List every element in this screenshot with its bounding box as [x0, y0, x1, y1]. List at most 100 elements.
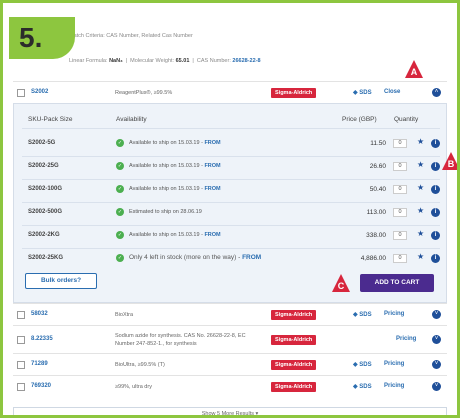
col-price: Price (GBP) — [342, 116, 377, 123]
quantity-input[interactable]: 0 — [393, 139, 407, 148]
product-description: Sodium azide for synthesis. CAS No. 2662… — [115, 333, 246, 347]
availability-text: Available to ship on 15.03.19 - FROM — [129, 186, 221, 192]
quantity-input[interactable]: 0 — [393, 185, 407, 194]
chevron-down-icon[interactable]: ˅ — [432, 360, 441, 369]
callout-marker-c: C — [331, 273, 351, 293]
sku-number: S2002-2KG — [28, 232, 60, 238]
check-icon: ✓ — [116, 139, 124, 147]
product-checkbox[interactable] — [17, 311, 25, 319]
favorite-star-icon[interactable]: ★ — [417, 206, 424, 215]
sku-price: 338.00 — [366, 232, 386, 239]
check-icon: ✓ — [116, 162, 124, 170]
favorite-star-icon[interactable]: ★ — [417, 160, 424, 169]
info-icon[interactable]: i — [431, 231, 440, 240]
download-icon: ◆ — [353, 90, 358, 96]
sku-number: S2002-25KG — [28, 255, 64, 261]
product-description: ReagentPlus®, ≥99.5% — [115, 90, 173, 96]
chevron-down-icon[interactable]: ˅ — [432, 382, 441, 391]
product-description: BioXtra — [115, 312, 134, 318]
favorite-star-icon[interactable]: ★ — [417, 137, 424, 146]
show-more-button[interactable]: Show 5 More Results ▾ — [13, 407, 447, 415]
availability-text: Available to ship on 15.03.19 - FROM — [129, 232, 221, 238]
product-row: 58032 BioXtra Sigma-Aldrich ◆ SDS Pricin… — [13, 303, 447, 325]
info-icon[interactable]: i — [431, 208, 440, 217]
callout-marker-b: B — [441, 151, 457, 171]
sku-price: 50.40 — [369, 186, 386, 193]
bulk-orders-button[interactable]: Bulk orders? — [25, 273, 97, 289]
download-icon: ◆ — [353, 362, 358, 368]
check-icon: ✓ — [116, 231, 124, 239]
col-sku: SKU-Pack Size — [28, 116, 73, 123]
from-link[interactable]: FROM — [242, 254, 261, 261]
sds-link[interactable]: ◆ SDS — [353, 89, 372, 96]
product-checkbox[interactable] — [17, 89, 25, 97]
sds-link[interactable]: ◆ SDS — [353, 311, 372, 318]
linear-formula-value: NaN₃ — [109, 58, 123, 64]
info-icon[interactable]: i — [431, 254, 440, 263]
chevron-down-icon[interactable]: ˅ — [432, 310, 441, 319]
mw-value: 65.01 — [175, 58, 190, 64]
product-number[interactable]: 769320 — [31, 383, 51, 389]
from-link[interactable]: FROM — [204, 163, 220, 169]
download-icon: ◆ — [353, 312, 358, 318]
quantity-input[interactable]: 0 — [393, 208, 407, 217]
pricing-link[interactable]: Pricing — [384, 383, 404, 389]
sku-price: 113.00 — [366, 209, 386, 216]
col-availability: Availability — [116, 116, 147, 123]
col-quantity: Quantity — [394, 116, 419, 123]
availability-text: Only 4 left in stock (more on the way) -… — [129, 254, 262, 261]
cas-value[interactable]: 26628-22-8 — [232, 58, 260, 64]
sku-price: 26.60 — [369, 163, 386, 170]
product-checkbox[interactable] — [17, 383, 25, 391]
pricing-link[interactable]: Pricing — [384, 361, 404, 367]
quantity-input[interactable]: 0 — [393, 254, 407, 263]
check-icon: ✓ — [116, 254, 124, 262]
sds-link[interactable]: ◆ SDS — [353, 383, 372, 390]
chevron-down-icon[interactable]: ˅ — [432, 335, 441, 344]
sku-number: S2002-100G — [28, 186, 63, 192]
product-description: ≥99%, ultra dry — [115, 384, 152, 390]
product-row: 71289 BioUltra, ≥99.5% (T) Sigma-Aldrich… — [13, 353, 447, 375]
product-row: 8.22335 Sodium azide for synthesis. CAS … — [13, 325, 447, 353]
favorite-star-icon[interactable]: ★ — [417, 252, 424, 261]
step-badge: 5. — [9, 17, 75, 59]
from-link[interactable]: FROM — [204, 186, 220, 192]
product-number[interactable]: S2002 — [31, 89, 48, 95]
callout-marker-a: A — [404, 59, 424, 79]
match-criteria: Match Criteria: CAS Number, Related Cas … — [69, 33, 193, 39]
brand-badge: Sigma-Aldrich — [271, 88, 317, 98]
pricing-link[interactable]: Pricing — [384, 311, 404, 317]
product-checkbox[interactable] — [17, 361, 25, 369]
product-row: 769320 ≥99%, ultra dry Sigma-Aldrich ◆ S… — [13, 375, 447, 397]
product-checkbox[interactable] — [17, 336, 25, 344]
row-divider — [22, 225, 440, 226]
chevron-up-icon[interactable]: ˄ — [432, 88, 441, 97]
screenshot-frame: Match Criteria: CAS Number, Related Cas … — [0, 0, 460, 418]
from-link[interactable]: FROM — [204, 140, 220, 146]
availability-text: Available to ship on 15.03.19 - FROM — [129, 163, 221, 169]
quantity-input[interactable]: 0 — [393, 231, 407, 240]
quantity-input[interactable]: 0 — [393, 162, 407, 171]
product-description: BioUltra, ≥99.5% (T) — [115, 362, 165, 368]
cas-label: CAS Number: — [196, 58, 231, 64]
row-divider — [22, 156, 440, 157]
row-divider — [22, 248, 440, 249]
availability-text: Estimated to ship on 28.06.19 — [129, 209, 202, 215]
availability-text: Available to ship on 15.03.19 - FROM — [129, 140, 221, 146]
favorite-star-icon[interactable]: ★ — [417, 229, 424, 238]
product-number[interactable]: 71289 — [31, 361, 48, 367]
sds-link[interactable]: ◆ SDS — [353, 361, 372, 368]
from-link[interactable]: FROM — [204, 232, 220, 238]
add-to-cart-button[interactable]: ADD TO CART — [360, 274, 434, 292]
info-icon[interactable]: i — [431, 185, 440, 194]
close-link[interactable]: Close — [384, 89, 400, 95]
product-number[interactable]: 58032 — [31, 311, 48, 317]
product-number[interactable]: 8.22335 — [31, 336, 53, 342]
linear-formula-label: Linear Formula: — [69, 58, 108, 64]
row-divider — [22, 202, 440, 203]
info-icon[interactable]: i — [431, 139, 440, 148]
mw-label: Molecular Weight: — [130, 58, 175, 64]
info-icon[interactable]: i — [431, 162, 440, 171]
favorite-star-icon[interactable]: ★ — [417, 183, 424, 192]
pricing-link[interactable]: Pricing — [396, 336, 416, 342]
